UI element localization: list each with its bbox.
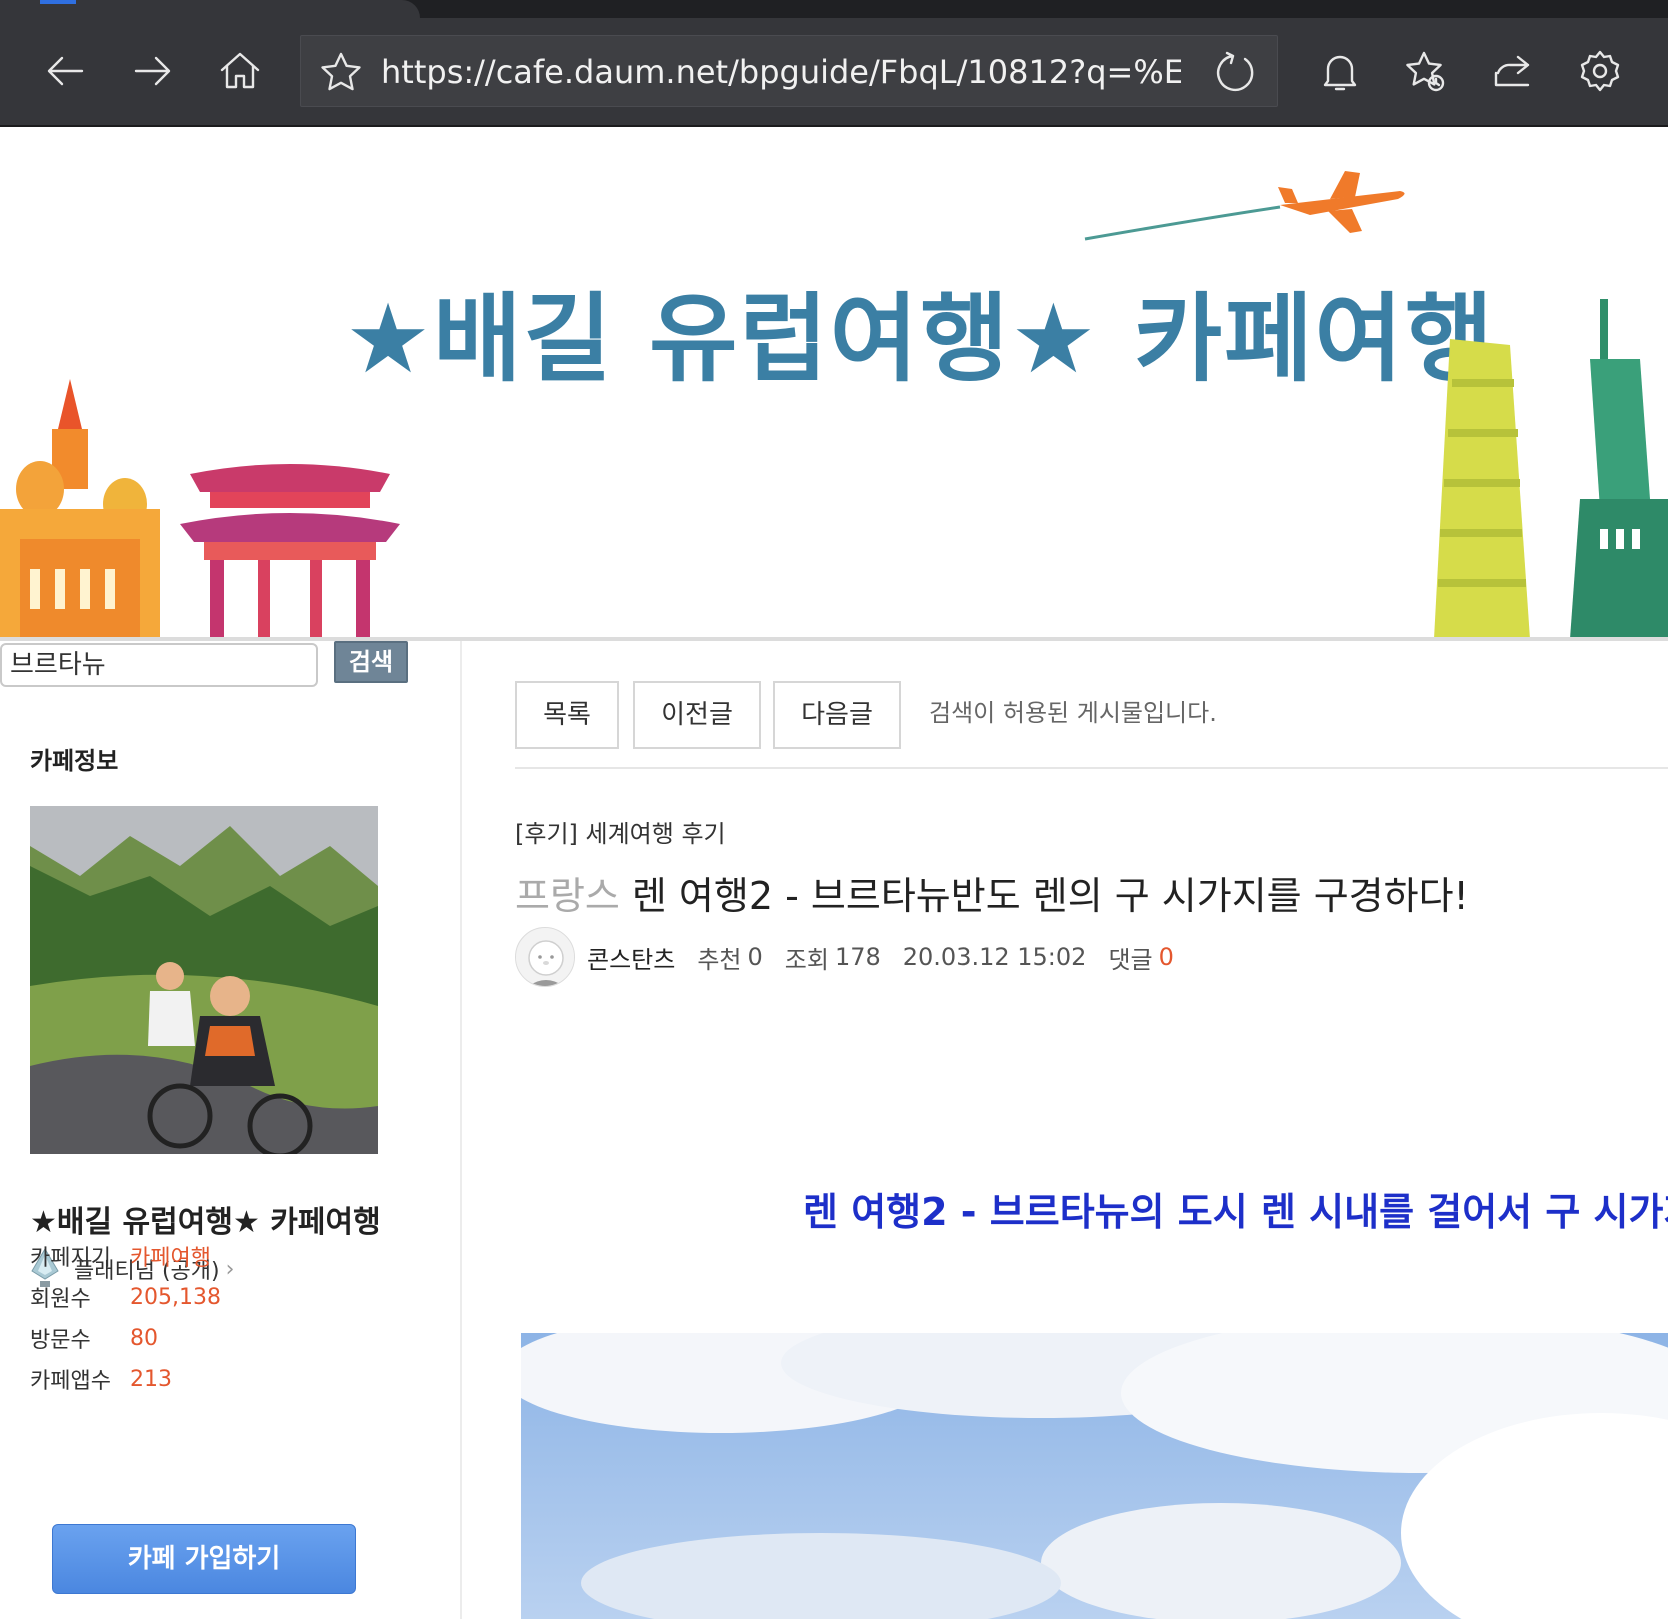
header-divider (515, 767, 1668, 769)
cafe-sidebar: 브르타뉴 검색 카페정보 ★배길 유럽여행★ 카페여행 플래티넘 (공개) › (0, 641, 462, 1619)
url-text[interactable]: https://cafe.daum.net/bpguide/FbqL/10812… (381, 36, 1181, 108)
article-area: 목록 이전글 다음글 검색이 허용된 게시물입니다. [후기] 세계여행 후기 … (463, 641, 1668, 1619)
post-body-image[interactable] (521, 1333, 1668, 1619)
views-label: 조회 (784, 945, 829, 974)
reply-label[interactable]: 댓글 (1108, 940, 1152, 975)
reload-icon[interactable] (1209, 44, 1265, 100)
post-title-text: 렌 여행2 - 브르타뉴반도 렌의 구 시가지를 구경하다! (631, 874, 1469, 918)
stat-row: 카페앱수 213 (30, 1364, 172, 1395)
back-icon[interactable] (38, 43, 94, 99)
reply-count[interactable]: 0 (1159, 943, 1174, 971)
forward-icon[interactable] (124, 43, 180, 99)
bookmark-star-icon[interactable] (313, 44, 369, 100)
prev-post-button[interactable]: 이전글 (633, 681, 761, 749)
post-meta: 콘스탄츠 추천 0 조회 178 20.03.12 15:02 댓글 0 (587, 937, 1174, 977)
next-post-button[interactable]: 다음글 (773, 681, 901, 749)
join-cafe-button[interactable]: 카페 가입하기 (52, 1524, 356, 1594)
search-permit-note: 검색이 허용된 게시물입니다. (929, 699, 1217, 727)
leaning-tower-illustration (1434, 339, 1530, 637)
stat-label: 카페지기 (30, 1246, 111, 1271)
stat-row: 방문수 80 (30, 1323, 158, 1354)
post-title-prefix: 프랑스 (515, 874, 620, 918)
browser-toolbar: https://cafe.daum.net/bpguide/FbqL/10812… (0, 18, 1668, 127)
cafe-profile-image[interactable] (30, 806, 378, 1154)
cafe-search-input[interactable]: 브르타뉴 (0, 643, 318, 687)
home-icon[interactable] (212, 43, 268, 99)
stat-row: 카페지기 카페여행 (30, 1241, 211, 1271)
statue-of-liberty-illustration (1570, 299, 1668, 637)
stat-row: 회원수 205,138 (30, 1282, 221, 1313)
cafe-search-button[interactable]: 검색 (334, 641, 408, 683)
banner-title: ★배길 유럽여행★ 카페여행 (345, 283, 1496, 395)
tab-favicon-accent (40, 0, 76, 4)
pagoda-gate-illustration (180, 464, 400, 637)
author-name[interactable]: 콘스탄츠 (587, 940, 675, 975)
chevron-right-icon: › (225, 1256, 235, 1282)
post-title: 프랑스 렌 여행2 - 브르타뉴반도 렌의 구 시가지를 구경하다! (515, 865, 1469, 920)
author-avatar[interactable] (515, 927, 575, 987)
post-category[interactable]: [후기] 세계여행 후기 (515, 814, 726, 849)
airplane-illustration (1084, 171, 1405, 241)
tab-strip (0, 0, 1668, 18)
settings-gear-icon[interactable] (1572, 43, 1628, 99)
address-bar[interactable]: https://cafe.daum.net/bpguide/FbqL/10812… (300, 35, 1278, 107)
post-body-heading: 렌 여행2 - 브르타뉴의 도시 렌 시내를 걸어서 구 시가지를 (803, 1190, 1668, 1234)
recommend-label: 추천 (697, 945, 742, 974)
stat-value-members[interactable]: 205,138 (130, 1285, 221, 1310)
cafe-banner[interactable]: ★배길 유럽여행★ 카페여행 (0, 129, 1668, 637)
cafe-info-heading: 카페정보 (30, 747, 119, 775)
cathedral-illustration (0, 379, 160, 637)
views-count: 178 (834, 943, 881, 971)
stat-value-manager[interactable]: 카페여행 (130, 1240, 211, 1272)
favorites-history-icon[interactable] (1398, 43, 1454, 99)
list-button[interactable]: 목록 (515, 681, 619, 749)
stat-label: 회원수 (30, 1287, 91, 1312)
stat-value-visits: 80 (130, 1325, 158, 1351)
recommend-count: 0 (747, 943, 763, 971)
stat-label: 방문수 (30, 1328, 91, 1353)
post-date: 20.03.12 15:02 (902, 943, 1087, 971)
notification-bell-icon[interactable] (1312, 43, 1368, 99)
stat-value-app-users: 213 (130, 1366, 172, 1392)
stat-label: 카페앱수 (30, 1369, 111, 1394)
share-icon[interactable] (1484, 43, 1540, 99)
cafe-name[interactable]: ★배길 유럽여행★ 카페여행 (30, 1197, 381, 1241)
